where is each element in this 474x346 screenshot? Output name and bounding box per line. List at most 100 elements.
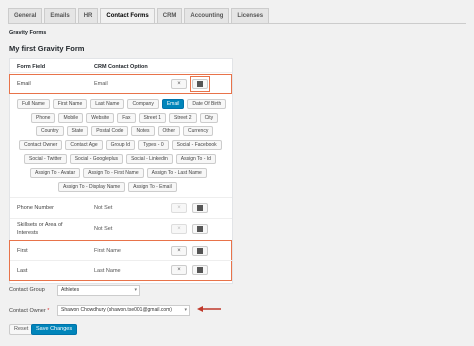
tag-website[interactable]: Website: [86, 113, 115, 123]
tag-currency[interactable]: Currency: [183, 126, 214, 136]
email-row-value: Email: [94, 81, 108, 87]
phone-row-label: Phone Number: [17, 205, 54, 211]
contact-owner-label-text: Contact Owner: [9, 308, 46, 314]
row-divider: [10, 218, 232, 219]
tag-phone[interactable]: Phone: [31, 113, 56, 123]
close-icon: ×: [177, 81, 181, 87]
tag-row-7: Assign To - Display Name Assign To - Ema…: [58, 182, 177, 192]
tag-social-facebook[interactable]: Social - Facebook: [171, 140, 222, 150]
last-row-value: Last Name: [94, 268, 121, 274]
tag-other[interactable]: Other: [157, 126, 181, 136]
tag-row-2: Phone Mobile Website Fax Street 1 Street…: [31, 113, 219, 123]
tag-row-6: Assign To - Avatar Assign To - First Nam…: [30, 168, 207, 178]
phone-options-button[interactable]: [192, 203, 208, 213]
contact-owner-value: Shawon Chowdhury (shawon.tse001@gmail.co…: [61, 307, 172, 313]
reset-button[interactable]: Reset: [9, 324, 34, 335]
contact-group-select[interactable]: Athletes ▾: [57, 285, 140, 296]
tag-email[interactable]: Email: [161, 99, 185, 109]
tab-divider: [8, 23, 466, 24]
tab-hr[interactable]: HR: [77, 8, 99, 23]
column-header-field: Form Field: [17, 64, 46, 70]
tag-assign-to-first-name[interactable]: Assign To - First Name: [83, 168, 144, 178]
tag-contact-owner[interactable]: Contact Owner: [19, 140, 63, 150]
tab-crm[interactable]: CRM: [156, 8, 183, 23]
first-options-button[interactable]: [192, 246, 208, 256]
skillsets-clear-button[interactable]: ×: [171, 224, 187, 234]
tag-state[interactable]: State: [66, 126, 89, 136]
tag-notes[interactable]: Notes: [131, 126, 155, 136]
close-icon: ×: [177, 205, 181, 211]
save-changes-button[interactable]: Save Changes: [31, 324, 78, 335]
close-icon: ×: [177, 267, 181, 273]
tab-emails[interactable]: Emails: [44, 8, 76, 23]
grid-icon: [197, 267, 203, 273]
row-divider: [10, 260, 232, 261]
tag-postal-code[interactable]: Postal Code: [91, 126, 129, 136]
skillsets-row-label-line1: Skillsets or Area of: [17, 222, 63, 228]
tag-social-googleplus[interactable]: Social - Googleplus: [69, 154, 124, 164]
tag-contact-age[interactable]: Contact Age: [65, 140, 103, 150]
column-header-option: CRM Contact Option: [94, 64, 148, 70]
tag-mobile[interactable]: Mobile: [58, 113, 84, 123]
skillsets-row-value: Not Set: [94, 226, 113, 232]
tag-row-4: Contact Owner Contact Age Group Id Types…: [19, 140, 222, 150]
phone-row-value: Not Set: [94, 205, 113, 211]
grid-icon: [197, 205, 203, 211]
first-row-value: First Name: [94, 248, 121, 254]
tag-country[interactable]: Country: [36, 126, 64, 136]
first-row-label: First: [17, 248, 28, 254]
skillsets-row-label-line2: Interests: [17, 230, 39, 236]
tag-group-id[interactable]: Group Id: [105, 140, 136, 150]
settings-tabs: General Emails HR Contact Forms CRM Acco…: [8, 8, 270, 23]
tag-row-3: Country State Postal Code Notes Other Cu…: [36, 126, 214, 136]
form-title: My first Gravity Form: [9, 44, 85, 53]
phone-clear-button[interactable]: ×: [171, 203, 187, 213]
tag-date-of-birth[interactable]: Date Of Birth: [187, 99, 227, 109]
tag-street-1[interactable]: Street 1: [138, 113, 167, 123]
tag-street-2[interactable]: Street 2: [169, 113, 197, 123]
required-mark: *: [47, 308, 50, 314]
last-row-label: Last: [17, 268, 28, 274]
grid-icon: [197, 248, 203, 254]
tag-row-5: Social - Twitter Social - Googleplus Soc…: [24, 154, 216, 164]
tag-full-name[interactable]: Full Name: [17, 99, 50, 109]
tag-social-twitter[interactable]: Social - Twitter: [24, 154, 67, 164]
tag-assign-to-id[interactable]: Assign To - Id: [175, 154, 216, 164]
tag-row-1: Full Name First Name Last Name Company E…: [17, 99, 227, 109]
tag-last-name[interactable]: Last Name: [90, 99, 125, 109]
grid-icon: [197, 81, 203, 87]
last-clear-button[interactable]: ×: [171, 265, 187, 275]
tab-accounting[interactable]: Accounting: [184, 8, 230, 23]
tag-city[interactable]: City: [199, 113, 219, 123]
skillsets-options-button[interactable]: [192, 224, 208, 234]
tag-fax[interactable]: Fax: [117, 113, 136, 123]
email-row-label: Email: [17, 81, 31, 87]
first-clear-button[interactable]: ×: [171, 246, 187, 256]
tab-contact-forms[interactable]: Contact Forms: [100, 8, 155, 23]
last-options-button[interactable]: [192, 265, 208, 275]
email-options-button[interactable]: [192, 79, 208, 89]
chevron-down-icon: ▾: [184, 307, 187, 313]
tag-company[interactable]: Company: [127, 99, 159, 109]
tab-licenses[interactable]: Licenses: [231, 8, 270, 23]
tag-first-name[interactable]: First Name: [52, 99, 88, 109]
tag-social-linkedin[interactable]: Social - Linkedin: [126, 154, 173, 164]
tag-types-0[interactable]: Types - 0: [138, 140, 169, 150]
tab-general[interactable]: General: [8, 8, 43, 23]
chevron-down-icon: ▾: [134, 287, 137, 293]
tag-assign-to-last-name[interactable]: Assign To - Last Name: [146, 168, 207, 178]
email-clear-button[interactable]: ×: [171, 79, 187, 89]
row-divider: [10, 197, 232, 198]
tag-assign-to-avatar[interactable]: Assign To - Avatar: [30, 168, 81, 178]
header-divider: [10, 72, 232, 73]
tag-assign-to-display-name[interactable]: Assign To - Display Name: [58, 182, 126, 192]
close-icon: ×: [177, 248, 181, 254]
contact-owner-label: Contact Owner *: [9, 308, 49, 314]
grid-icon: [197, 226, 203, 232]
tag-assign-to-email[interactable]: Assign To - Email: [128, 182, 177, 192]
section-title: Gravity Forms: [9, 30, 47, 36]
arrow-icon: [197, 306, 221, 312]
close-icon: ×: [177, 226, 181, 232]
contact-owner-select[interactable]: Shawon Chowdhury (shawon.tse001@gmail.co…: [57, 305, 190, 316]
contact-group-label: Contact Group: [9, 287, 45, 293]
